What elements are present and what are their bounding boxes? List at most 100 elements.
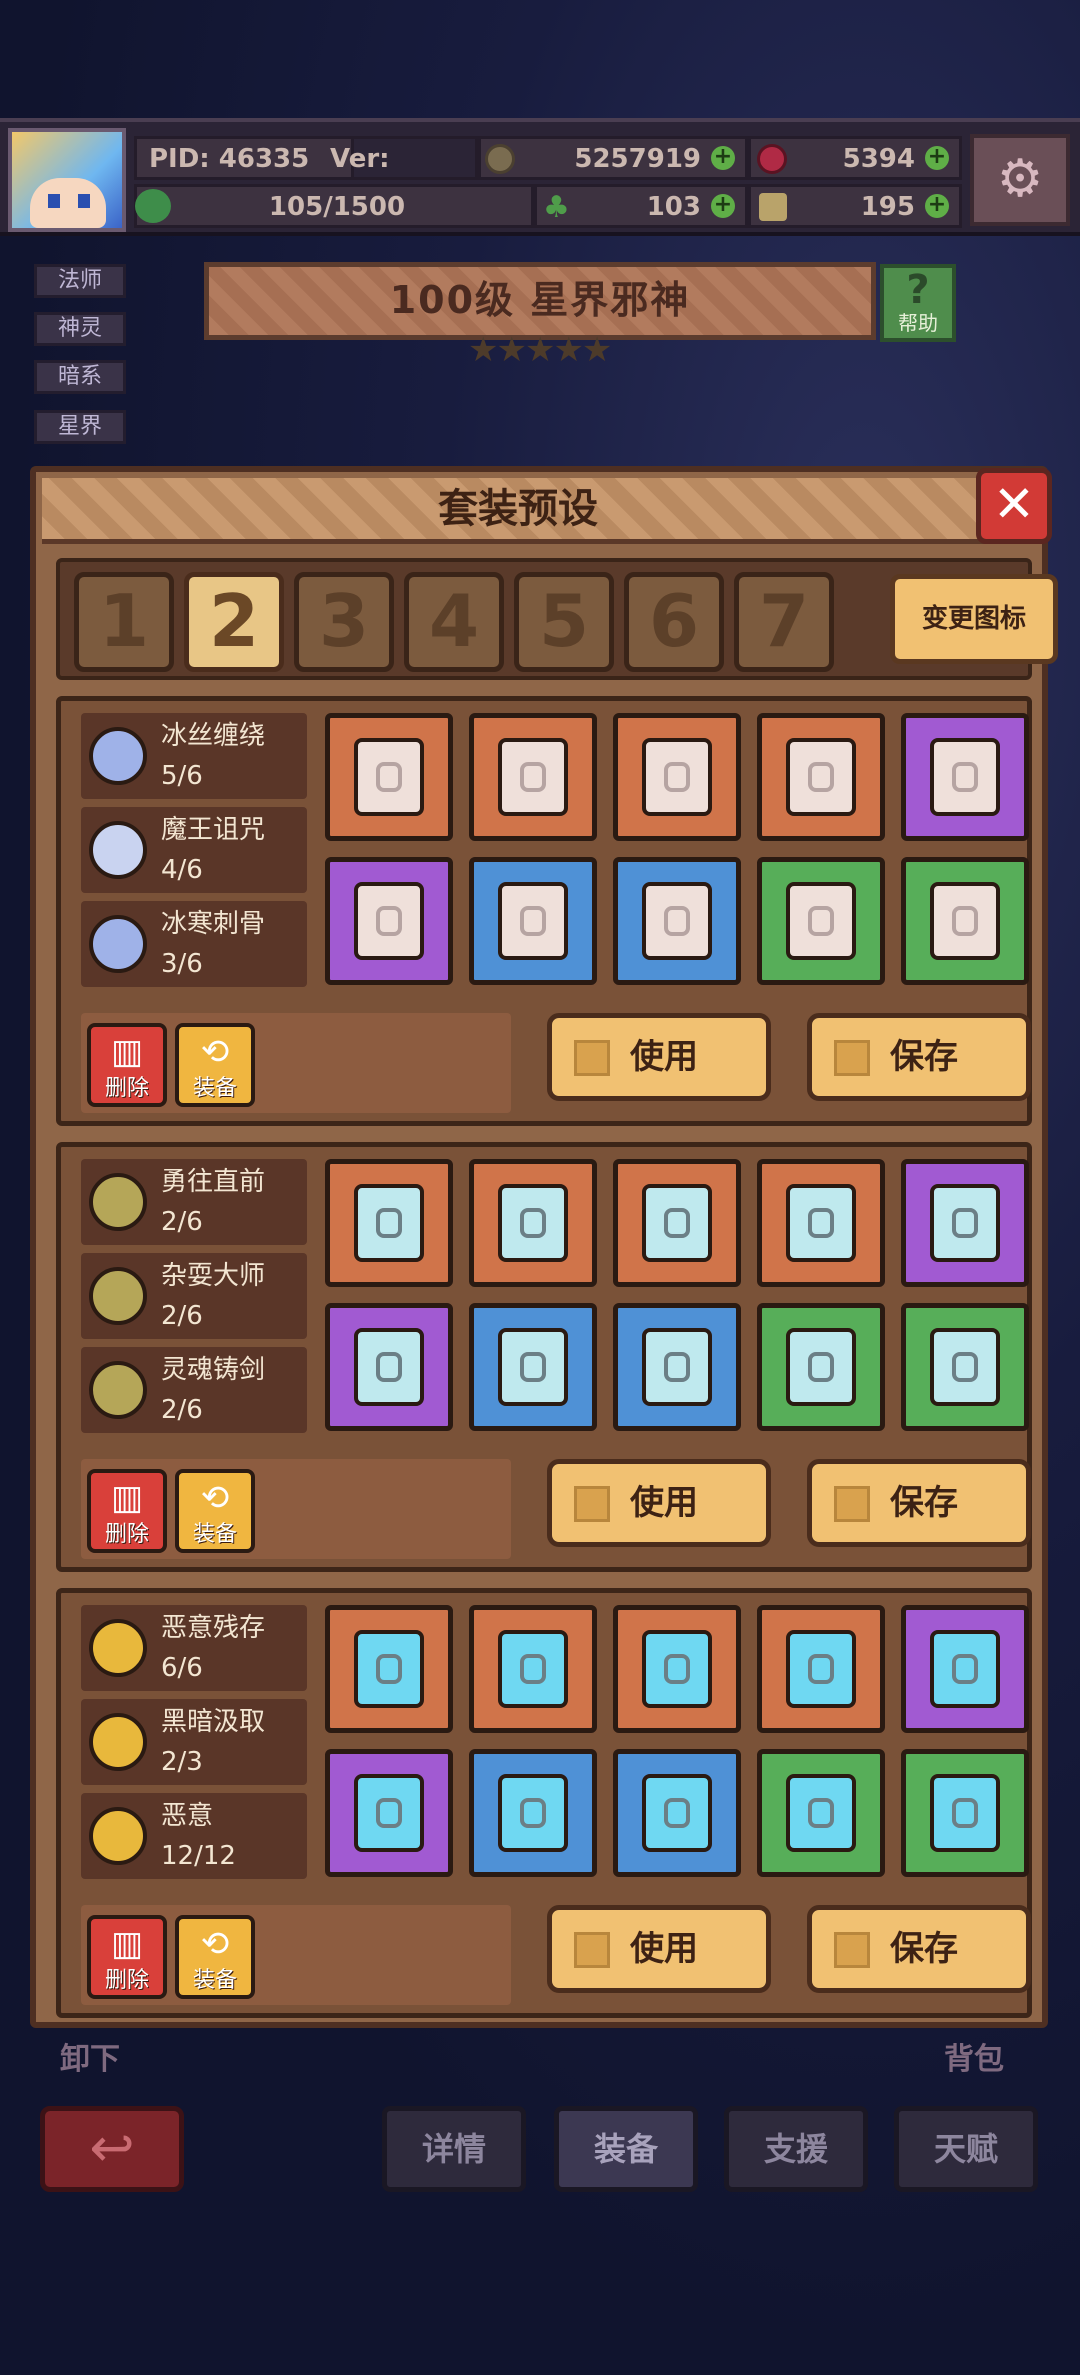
gear-item-icon: [786, 738, 856, 816]
gear-item-icon: [786, 1774, 856, 1852]
gear-slot[interactable]: [613, 1159, 741, 1287]
save-label: 保存: [890, 1037, 958, 1077]
preset-tab-5[interactable]: 5: [514, 572, 614, 672]
add-clover-plus-icon[interactable]: +: [711, 194, 735, 218]
save-button[interactable]: 保存: [807, 1459, 1031, 1547]
red-gem-icon: [757, 144, 787, 174]
settings-gear-icon[interactable]: ⚙: [970, 134, 1070, 226]
gear-item-icon: [354, 1328, 424, 1406]
gear-slot[interactable]: [613, 713, 741, 841]
keys-value: 195: [860, 192, 915, 222]
delete-button[interactable]: ▥ 删除: [87, 1915, 167, 1999]
use-button[interactable]: 使用: [547, 1013, 771, 1101]
gear-slot[interactable]: [757, 713, 885, 841]
equip-button[interactable]: ⟲ 装备: [175, 1023, 255, 1107]
swap-arrows-icon: ⟲: [200, 1478, 230, 1518]
unequip-label[interactable]: 卸下: [60, 2034, 120, 2078]
gear-slot[interactable]: [325, 857, 453, 985]
delete-button[interactable]: ▥ 删除: [87, 1469, 167, 1553]
preset-tab-3[interactable]: 3: [294, 572, 394, 672]
close-icon[interactable]: ✕: [976, 468, 1052, 544]
gear-slot[interactable]: [325, 1159, 453, 1287]
gear-slot[interactable]: [901, 1605, 1029, 1733]
change-icon-button[interactable]: 变更图标: [890, 574, 1058, 664]
nav-talent[interactable]: 天赋: [894, 2106, 1038, 2192]
gear-item-icon: [498, 1184, 568, 1262]
gear-slot[interactable]: [757, 1749, 885, 1877]
delete-button[interactable]: ▥ 删除: [87, 1023, 167, 1107]
gear-rune-mark: [808, 762, 834, 792]
set-name: 杂耍大师: [161, 1261, 266, 1291]
set-count: 12/12: [161, 1841, 236, 1871]
gear-slot[interactable]: [901, 1303, 1029, 1431]
pid-text: PID: 46335: [149, 144, 310, 174]
add-keys-plus-icon[interactable]: +: [925, 194, 949, 218]
gear-rune-mark: [664, 1208, 690, 1238]
gear-rune-mark: [952, 1654, 978, 1684]
gear-slot[interactable]: [469, 713, 597, 841]
equip-button[interactable]: ⟲ 装备: [175, 1469, 255, 1553]
gear-slot[interactable]: [469, 857, 597, 985]
gear-slot[interactable]: [901, 1749, 1029, 1877]
gear-item-icon: [642, 1184, 712, 1262]
preset-tab-6[interactable]: 6: [624, 572, 724, 672]
gear-slot[interactable]: [901, 713, 1029, 841]
gear-item-icon: [498, 1774, 568, 1852]
help-button[interactable]: ? 帮助: [880, 264, 956, 342]
key-icon: [759, 193, 787, 221]
preset-tab-7[interactable]: 7: [734, 572, 834, 672]
nav-equipment[interactable]: 装备: [554, 2106, 698, 2192]
gear-slot[interactable]: [613, 1749, 741, 1877]
gold-value: 5257919: [574, 144, 701, 174]
version-box: Ver: 1.0.0.10: [318, 136, 478, 214]
player-avatar[interactable]: [8, 128, 126, 232]
save-button[interactable]: 保存: [807, 1013, 1031, 1101]
return-arrow-icon[interactable]: ↩: [40, 2106, 184, 2192]
use-button[interactable]: 使用: [547, 1905, 771, 1993]
modal-title: 套装预设: [438, 486, 598, 532]
gear-slot[interactable]: [469, 1159, 597, 1287]
gear-slot[interactable]: [469, 1303, 597, 1431]
gear-slot[interactable]: [613, 1605, 741, 1733]
gear-item-icon: [498, 882, 568, 960]
gear-item-icon: [786, 1630, 856, 1708]
gear-slot[interactable]: [325, 713, 453, 841]
set-count: 2/3: [161, 1747, 203, 1777]
gear-slot[interactable]: [325, 1605, 453, 1733]
set-count: 5/6: [161, 761, 203, 791]
equip-button[interactable]: ⟲ 装备: [175, 1915, 255, 1999]
gear-slot[interactable]: [901, 1159, 1029, 1287]
swap-arrows-icon: ⟲: [200, 1032, 230, 1072]
use-label: 使用: [630, 1483, 698, 1523]
nav-support[interactable]: 支援: [724, 2106, 868, 2192]
gear-rune-mark: [952, 762, 978, 792]
gear-item-icon: [642, 738, 712, 816]
top-status-bar: PID: 46335 Ver: 1.0.0.10 5257919 + 5394 …: [0, 118, 1080, 236]
tag-realm: 星界: [34, 410, 126, 444]
gear-slot[interactable]: [757, 1605, 885, 1733]
add-gems-plus-icon[interactable]: +: [925, 146, 949, 170]
gear-rune-mark: [376, 762, 402, 792]
save-button[interactable]: 保存: [807, 1905, 1031, 1993]
preset-tab-1[interactable]: 1: [74, 572, 174, 672]
gear-slot[interactable]: [613, 857, 741, 985]
gear-slot[interactable]: [469, 1605, 597, 1733]
gear-slot[interactable]: [325, 1303, 453, 1431]
bag-label[interactable]: 背包: [944, 2034, 1004, 2078]
nav-details[interactable]: 详情: [382, 2106, 526, 2192]
add-gold-plus-icon[interactable]: +: [711, 146, 735, 170]
set-bonus-row: 勇往直前 2/6: [81, 1159, 307, 1245]
gear-slot[interactable]: [901, 857, 1029, 985]
preset-tab-4[interactable]: 4: [404, 572, 504, 672]
gear-slot[interactable]: [757, 857, 885, 985]
preset-tab-2-selected[interactable]: 2: [184, 572, 284, 672]
gear-slot[interactable]: [613, 1303, 741, 1431]
gear-slot[interactable]: [469, 1749, 597, 1877]
clover-box: ♣ 103 +: [534, 184, 748, 228]
gear-slot[interactable]: [757, 1303, 885, 1431]
gear-rune-mark: [664, 906, 690, 936]
gear-slot[interactable]: [325, 1749, 453, 1877]
use-button[interactable]: 使用: [547, 1459, 771, 1547]
clover-icon: ♣: [543, 190, 570, 225]
gear-slot[interactable]: [757, 1159, 885, 1287]
